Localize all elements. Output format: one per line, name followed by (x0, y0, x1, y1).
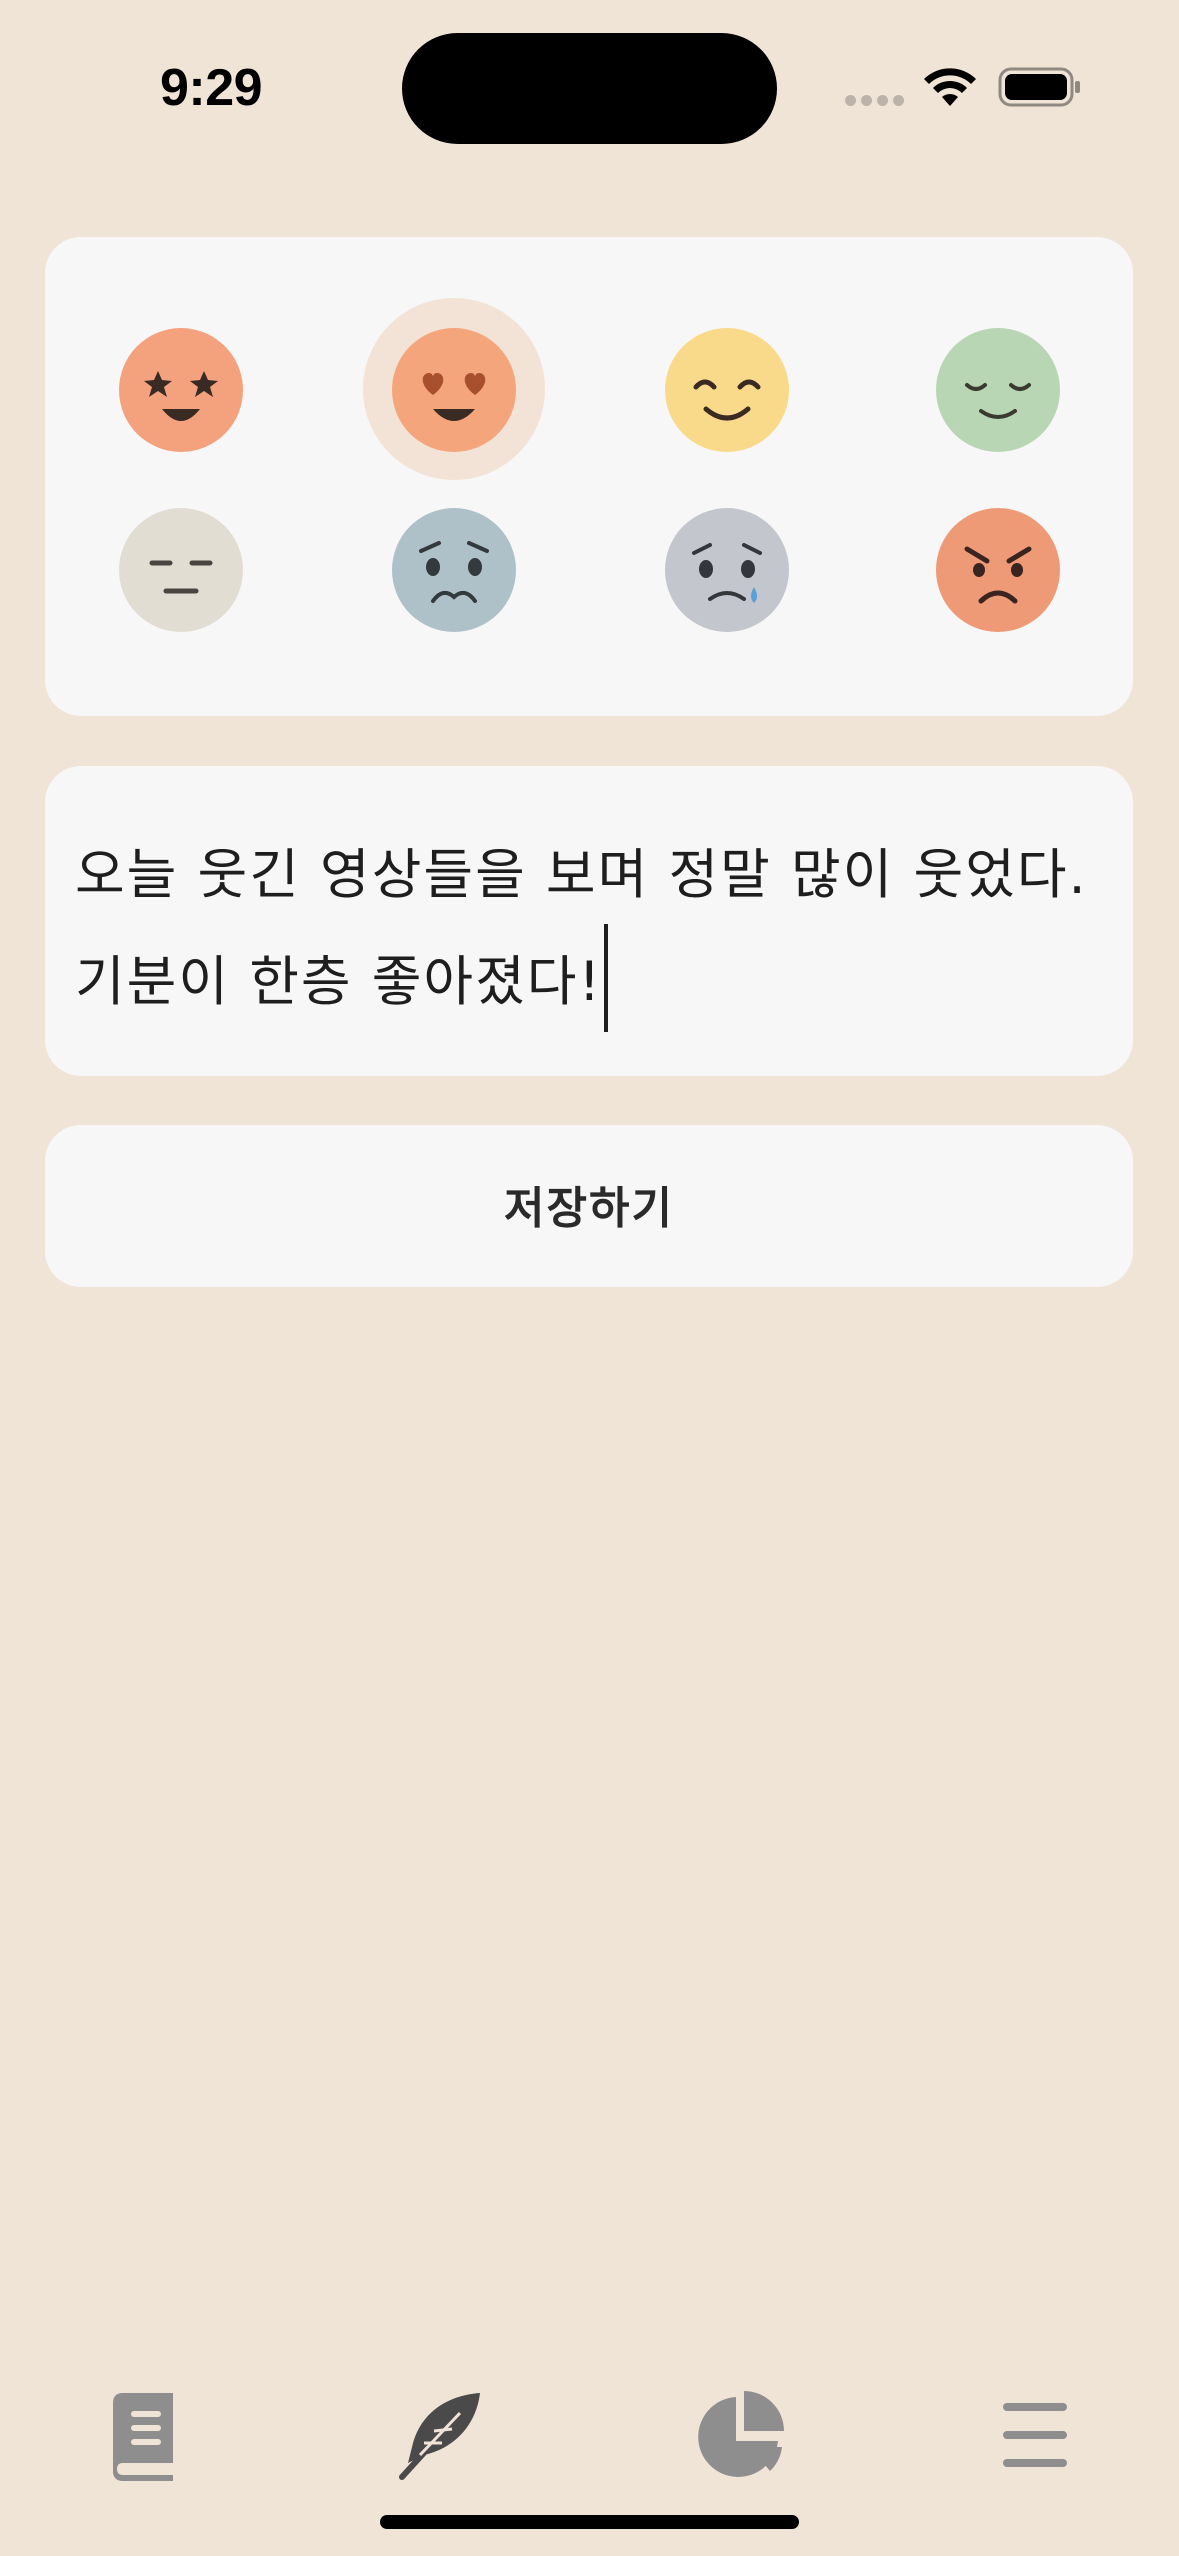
battery-icon (998, 67, 1080, 107)
mood-star-struck[interactable] (118, 327, 244, 453)
mood-relieved[interactable] (935, 327, 1061, 453)
wifi-icon (924, 68, 976, 106)
pie-chart-icon (698, 2391, 784, 2477)
cellular-signal-icon (845, 95, 904, 106)
tab-statistics[interactable] (690, 2385, 790, 2485)
worried-face-icon (392, 508, 516, 632)
mood-neutral[interactable] (118, 507, 244, 633)
text-cursor (604, 924, 609, 1032)
crying-face-icon (665, 508, 789, 632)
journal-entry-field[interactable]: 오늘 웃긴 영상들을 보며 정말 많이 웃었다. 기분이 한층 좋아졌다! (45, 766, 1133, 1076)
menu-icon (1003, 2403, 1067, 2467)
tab-menu[interactable] (985, 2385, 1085, 2485)
smiling-face-icon (665, 328, 789, 452)
journal-entry-text-area[interactable]: 오늘 웃긴 영상들을 보며 정말 많이 웃었다. 기분이 한층 좋아졌다! (75, 826, 1105, 1032)
dynamic-island (402, 33, 777, 144)
mood-heart-eyes[interactable] (391, 327, 517, 453)
neutral-face-icon (119, 508, 243, 632)
status-time: 9:29 (160, 59, 263, 117)
feather-icon (399, 2393, 480, 2480)
book-icon (113, 2393, 173, 2481)
mood-crying[interactable] (664, 507, 790, 633)
tab-diary[interactable] (93, 2385, 193, 2485)
angry-face-icon (936, 508, 1060, 632)
save-button-label: 저장하기 (504, 1183, 674, 1234)
journal-entry-text: 오늘 웃긴 영상들을 보며 정말 많이 웃었다. 기분이 한층 좋아졌다! (75, 843, 1088, 1013)
home-indicator[interactable] (380, 2515, 799, 2529)
tab-write[interactable] (390, 2385, 490, 2485)
save-button[interactable]: 저장하기 (45, 1125, 1133, 1287)
mood-angry[interactable] (935, 507, 1061, 633)
mood-smiling[interactable] (664, 327, 790, 453)
mood-worried[interactable] (391, 507, 517, 633)
mood-picker (45, 237, 1133, 716)
star-struck-face-icon (119, 328, 243, 452)
relieved-face-icon (936, 328, 1060, 452)
heart-eyes-face-icon (392, 328, 516, 452)
